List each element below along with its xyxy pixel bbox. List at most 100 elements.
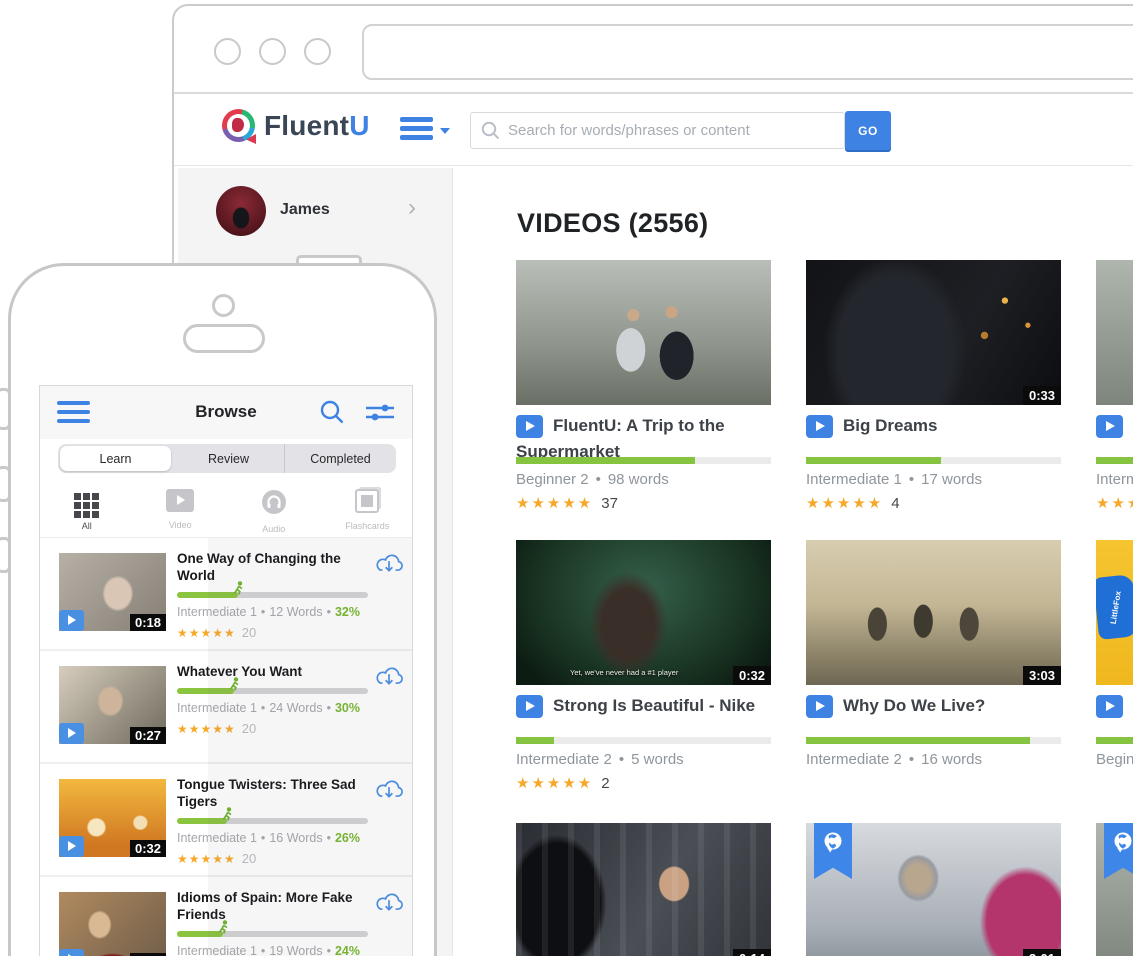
download-cloud-icon[interactable] xyxy=(374,889,404,916)
star-rating: ★★★★★ xyxy=(177,626,236,640)
play-icon xyxy=(1096,415,1123,438)
user-profile[interactable]: James › xyxy=(178,168,452,258)
progress-bar xyxy=(516,737,771,744)
video-card[interactable] xyxy=(1096,823,1133,956)
progress-fill xyxy=(1096,737,1133,744)
tab-completed[interactable]: Completed xyxy=(284,444,396,473)
url-bar[interactable] xyxy=(362,24,1133,80)
progress-bar xyxy=(1096,457,1133,464)
video-card[interactable]: 3:01 xyxy=(806,823,1061,956)
item-meta: Intermediate 1•12 Words•32% xyxy=(177,605,404,619)
video-level: Intermediate 1 xyxy=(806,471,902,488)
video-thumbnail[interactable]: 0:14 xyxy=(516,823,771,956)
duration-badge: 0:32 xyxy=(130,840,166,857)
download-cloud-icon[interactable] xyxy=(374,550,404,577)
progress-fill xyxy=(516,457,695,464)
video-thumbnail[interactable] xyxy=(516,260,771,405)
download-cloud-icon[interactable] xyxy=(374,776,404,803)
brand-logo[interactable]: FluentU xyxy=(222,109,370,142)
video-thumbnail[interactable] xyxy=(1096,260,1133,405)
progress-bar xyxy=(177,688,368,694)
download-cloud-icon[interactable] xyxy=(374,663,404,690)
duration-badge: 3:03 xyxy=(1023,666,1061,685)
video-thumbnail[interactable]: LittleFox xyxy=(1096,540,1133,685)
phone-screen: Browse Learn xyxy=(39,385,413,956)
item-title: One Way of Changing the World xyxy=(177,550,404,584)
chevron-down-icon[interactable] xyxy=(440,128,450,134)
progress-bar xyxy=(806,737,1061,744)
search-icon[interactable] xyxy=(319,399,345,430)
play-icon xyxy=(516,415,543,438)
window-button[interactable] xyxy=(259,38,286,65)
video-card[interactable]: Yet, we've never had a #1 player 0:32 St… xyxy=(516,540,771,719)
video-card[interactable]: 3:03 Why Do We Live? Intermediate 2•16 w… xyxy=(806,540,1061,719)
video-card[interactable]: 3 Intermediate 1 ★★★★★ xyxy=(1096,260,1133,439)
list-item[interactable]: 0:32 Tongue Twisters: Three Sad Tigers xyxy=(40,764,413,877)
video-icon xyxy=(166,489,194,512)
star-rating: ★★★★★ xyxy=(177,852,236,866)
video-level: Beginner 2 xyxy=(516,471,589,488)
progress-fill xyxy=(177,818,227,824)
rating-row: ★★★★★20 xyxy=(177,625,404,640)
video-meta: Intermediate 1 xyxy=(1096,471,1133,488)
video-thumbnail[interactable]: 0:33 xyxy=(806,260,1061,405)
menu-button[interactable] xyxy=(400,117,433,144)
video-title: Big Dreams xyxy=(806,413,1061,439)
video-meta: Beginner xyxy=(1096,751,1133,768)
item-title: Whatever You Want xyxy=(177,663,404,680)
progress-bar xyxy=(1096,737,1133,744)
video-thumbnail[interactable]: 3:01 xyxy=(806,823,1061,956)
globe-badge-icon xyxy=(821,830,845,856)
search-input[interactable]: Search for words/phrases or content xyxy=(470,112,845,149)
video-title: 3 xyxy=(1096,413,1133,439)
duration-badge: 0:27 xyxy=(130,727,166,744)
rating-row: ★★★★★ xyxy=(1096,494,1133,512)
video-card[interactable]: 0:14 xyxy=(516,823,771,956)
item-title: Tongue Twisters: Three Sad Tigers xyxy=(177,776,404,810)
rating-row: ★★★★★20 xyxy=(177,721,404,736)
filter-video[interactable]: Video xyxy=(134,481,228,537)
video-thumbnail[interactable] xyxy=(1096,823,1133,956)
tab-learn[interactable]: Learn xyxy=(60,446,171,471)
item-meta: Intermediate 1•24 Words•30% xyxy=(177,701,404,715)
video-meta: Beginner 2•98 words xyxy=(516,471,669,488)
duration-badge: 3:01 xyxy=(1023,949,1061,956)
play-icon xyxy=(59,949,84,956)
video-card[interactable]: 0:33 Big Dreams Intermediate 1•17 words … xyxy=(806,260,1061,439)
window-button[interactable] xyxy=(214,38,241,65)
percent-complete: 30% xyxy=(335,701,360,715)
filter-sliders-icon[interactable] xyxy=(364,400,396,431)
video-thumbnail[interactable]: 3:03 xyxy=(806,540,1061,685)
percent-complete: 32% xyxy=(335,605,360,619)
list-item[interactable]: 0:27 Whatever You Want xyxy=(40,651,413,764)
runner-icon xyxy=(221,807,234,821)
page-title: VIDEOS (2556) xyxy=(517,208,708,239)
chevron-right-icon: › xyxy=(408,194,416,222)
littlefox-logo: LittleFox xyxy=(1096,574,1133,640)
filter-all[interactable]: All xyxy=(40,481,134,537)
phone-header: Browse xyxy=(40,386,412,439)
item-meta: Intermediate 1•16 Words•26% xyxy=(177,831,404,845)
filter-audio[interactable]: Audio xyxy=(227,481,321,537)
list-item[interactable]: 0:18 Idioms of Spain: More Fake Friends xyxy=(40,877,413,956)
video-card[interactable]: FluentU: A Trip to the Supermarket Begin… xyxy=(516,260,771,465)
progress-bar xyxy=(177,592,368,598)
search-placeholder: Search for words/phrases or content xyxy=(508,122,750,139)
star-rating: ★★★★★ xyxy=(806,495,883,512)
thumbnail: 0:27 xyxy=(59,666,166,744)
window-button[interactable] xyxy=(304,38,331,65)
percent-complete: 26% xyxy=(335,831,360,845)
video-thumbnail[interactable]: Yet, we've never had a #1 player 0:32 xyxy=(516,540,771,685)
go-button[interactable]: GO xyxy=(845,111,891,150)
list-item[interactable]: 0:18 One Way of Changing the World xyxy=(40,538,413,651)
video-words: 5 words xyxy=(631,751,684,768)
tab-review[interactable]: Review xyxy=(173,444,284,473)
progress-fill xyxy=(516,737,554,744)
video-level: Intermediate 2 xyxy=(806,751,902,768)
fluentu-globe-icon xyxy=(222,109,255,142)
thumbnail: 0:18 xyxy=(59,892,166,956)
video-card[interactable]: LittleFox W Beginner xyxy=(1096,540,1133,719)
play-icon xyxy=(516,695,543,718)
filter-flashcards[interactable]: Flashcards xyxy=(321,481,414,537)
thumbnail: 0:18 xyxy=(59,553,166,631)
